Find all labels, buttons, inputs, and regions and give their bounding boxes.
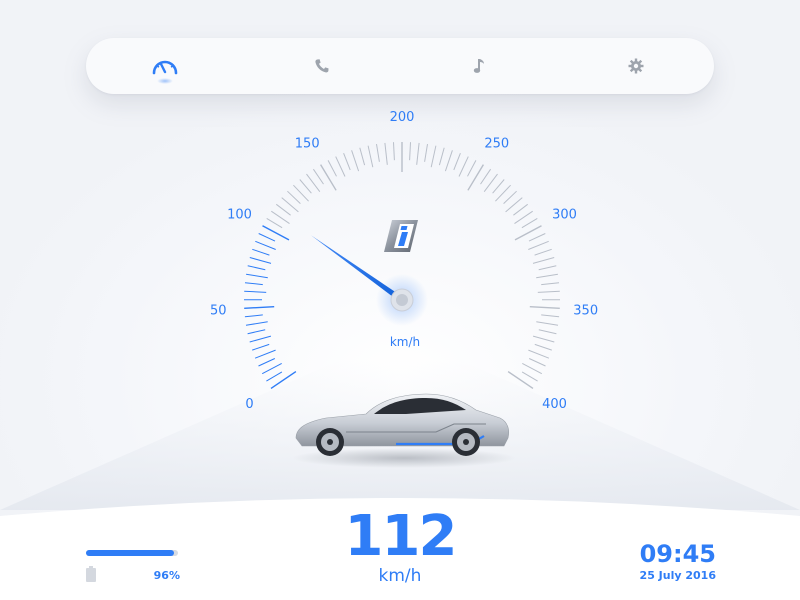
needle-hub-center	[396, 294, 408, 306]
gauge-minor-tick	[528, 240, 549, 250]
gauge-unit-label: km/h	[389, 335, 421, 349]
gauge-minor-tick	[252, 343, 270, 351]
gauge-minor-tick	[367, 145, 374, 168]
gauge-minor-tick	[299, 179, 312, 194]
gauge-major-tick	[244, 306, 275, 309]
gauge-minor-tick	[249, 257, 272, 264]
gauge-major-tick	[514, 225, 542, 241]
gauge-minor-tick	[351, 150, 360, 172]
gauge-minor-tick	[492, 179, 505, 194]
gauge-minor-tick	[247, 265, 266, 271]
gauge-minor-tick	[480, 168, 492, 185]
gauge-minor-tick	[244, 290, 267, 293]
gauge-label: 300	[552, 208, 577, 223]
gauge-minor-tick	[312, 168, 324, 185]
gauge-minor-tick	[541, 282, 560, 286]
gauge-minor-tick	[393, 142, 395, 161]
gauge-minor-tick	[453, 153, 461, 171]
gauge-minor-tick	[537, 290, 560, 293]
gauge-minor-tick	[522, 362, 543, 375]
gauge-minor-tick	[327, 160, 337, 177]
current-speed-unit: km/h	[378, 566, 422, 586]
gauge-minor-tick	[271, 210, 290, 225]
gauge-minor-tick	[430, 145, 437, 168]
gauge-minor-tick	[528, 358, 546, 367]
rear-wheel	[452, 428, 480, 456]
gauge-major-tick	[467, 164, 484, 191]
gauge-minor-tick	[287, 190, 301, 204]
gauge-label: 50	[210, 304, 227, 319]
gauge-minor-tick	[538, 329, 557, 335]
gauge-label: 100	[227, 208, 252, 223]
gauge-minor-tick	[255, 240, 276, 250]
gauge-label: 200	[390, 110, 415, 125]
gauge-minor-tick	[438, 147, 445, 166]
gauge-minor-tick	[513, 203, 529, 216]
gauge-minor-tick	[528, 349, 550, 359]
gauge-minor-tick	[384, 142, 388, 165]
gauge-labels: 0 50 100 150 200 250 300 350 400	[210, 110, 598, 412]
gauge-minor-tick	[261, 362, 282, 375]
gauge-label: 400	[542, 397, 567, 412]
gauge-minor-tick	[532, 335, 555, 343]
gauge-minor-tick	[521, 217, 538, 229]
gauge-minor-tick	[528, 233, 546, 242]
gauge-minor-tick	[514, 210, 533, 225]
gauge-minor-tick	[536, 321, 559, 326]
gauge-minor-tick	[244, 314, 263, 318]
gauge-minor-tick	[335, 156, 346, 177]
gauge-major-tick	[529, 306, 560, 309]
gauge-minor-tick	[409, 142, 411, 161]
battery-level-bar	[86, 550, 178, 556]
battery-level-fill	[86, 550, 175, 556]
gauge-minor-tick	[424, 144, 428, 162]
gauge-ticks	[243, 142, 561, 389]
gauge-minor-tick	[467, 160, 477, 177]
gauge-label: 150	[295, 136, 320, 151]
gauge-label: 0	[245, 397, 253, 412]
gauge-minor-tick	[538, 265, 557, 271]
gauge-minor-tick	[254, 349, 276, 359]
clock-date: 25 July 2016	[639, 569, 716, 582]
gauge-minor-tick	[266, 371, 283, 382]
gauge-major-tick	[320, 164, 337, 191]
front-wheel	[316, 428, 344, 456]
gauge-label: 350	[573, 304, 598, 319]
gauge-minor-tick	[534, 343, 552, 351]
gauge-minor-tick	[532, 257, 555, 264]
gauge-minor-tick	[541, 314, 560, 318]
gauge-minor-tick	[534, 248, 552, 256]
battery-icon	[86, 566, 96, 582]
gauge-minor-tick	[258, 233, 276, 242]
gauge-major-tick	[262, 225, 290, 241]
car-image	[292, 393, 516, 468]
battery-percent: 96%	[153, 569, 180, 582]
clock-time: 09:45	[639, 540, 716, 568]
gauge-minor-tick	[275, 203, 291, 216]
gauge-label: 250	[484, 136, 509, 151]
current-speed-value: 112	[344, 504, 458, 569]
gauge-minor-tick	[416, 142, 420, 165]
gauge-minor-tick	[266, 217, 283, 229]
gauge-minor-tick	[258, 358, 276, 367]
gauge-minor-tick	[244, 282, 263, 286]
gauge-minor-tick	[376, 144, 380, 162]
gauge-minor-tick	[521, 371, 538, 382]
brand-i-logo	[384, 220, 418, 252]
gauge-minor-tick	[536, 273, 558, 279]
gauge-minor-tick	[247, 329, 266, 335]
gauge-minor-tick	[503, 190, 517, 204]
gauge-minor-tick	[458, 156, 469, 177]
gauge-minor-tick	[252, 248, 270, 256]
gauge-minor-tick	[245, 321, 268, 326]
gauge-minor-tick	[359, 147, 366, 166]
gauge-minor-tick	[249, 335, 272, 343]
gauge-minor-tick	[343, 153, 351, 171]
gauge-minor-tick	[444, 150, 453, 172]
gauge-minor-tick	[246, 273, 268, 279]
